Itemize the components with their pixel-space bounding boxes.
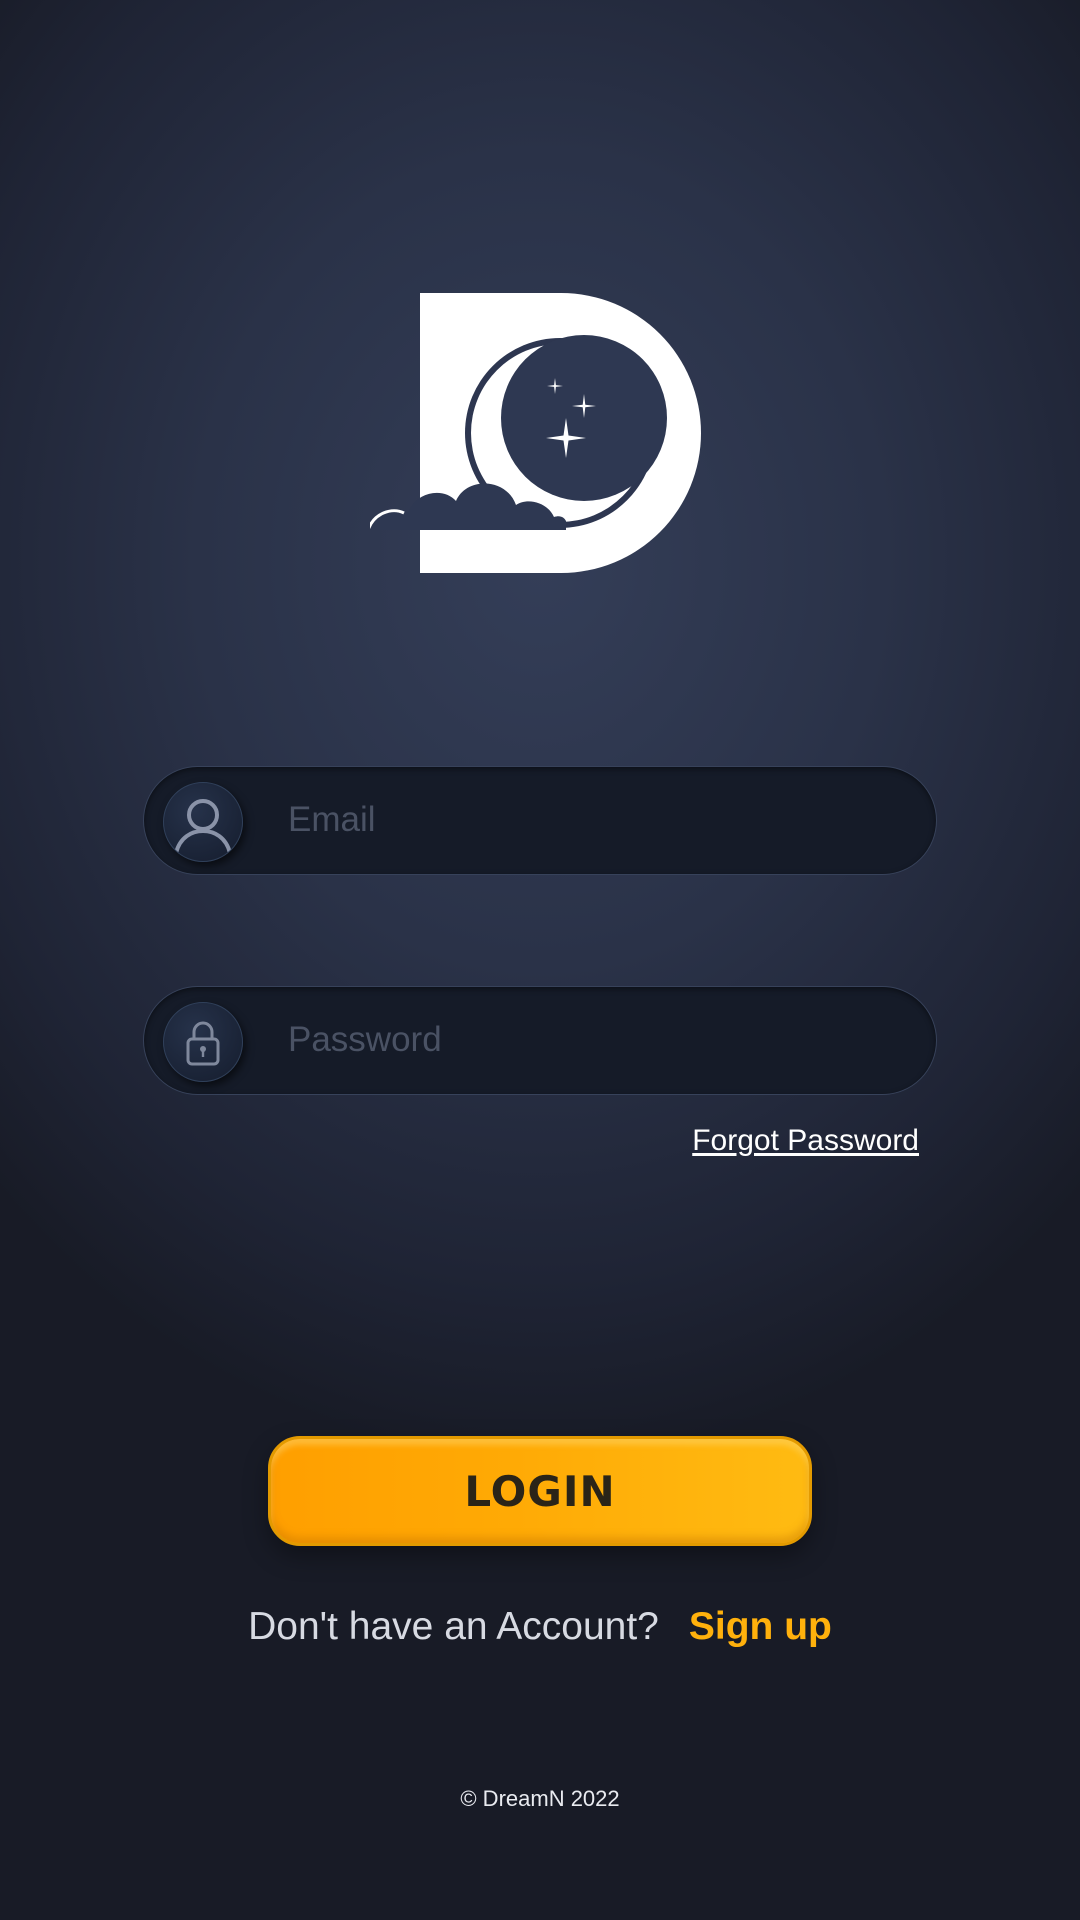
signup-row: Don't have an Account? Sign up xyxy=(0,1605,1080,1649)
email-input[interactable] xyxy=(288,767,888,873)
signup-link[interactable]: Sign up xyxy=(689,1605,832,1648)
lock-icon xyxy=(163,1002,243,1082)
password-input[interactable] xyxy=(288,987,888,1093)
password-field-container xyxy=(143,986,937,1095)
signup-prompt: Don't have an Account? xyxy=(248,1605,659,1648)
user-icon xyxy=(163,782,243,862)
copyright-text: © DreamN 2022 xyxy=(460,1786,620,1811)
login-button[interactable]: LOGIN xyxy=(268,1436,812,1546)
dreamn-logo-icon xyxy=(370,293,701,573)
forgot-password-link[interactable]: Forgot Password xyxy=(692,1124,919,1158)
email-field-container xyxy=(143,766,937,875)
login-button-label: LOGIN xyxy=(464,1466,616,1516)
